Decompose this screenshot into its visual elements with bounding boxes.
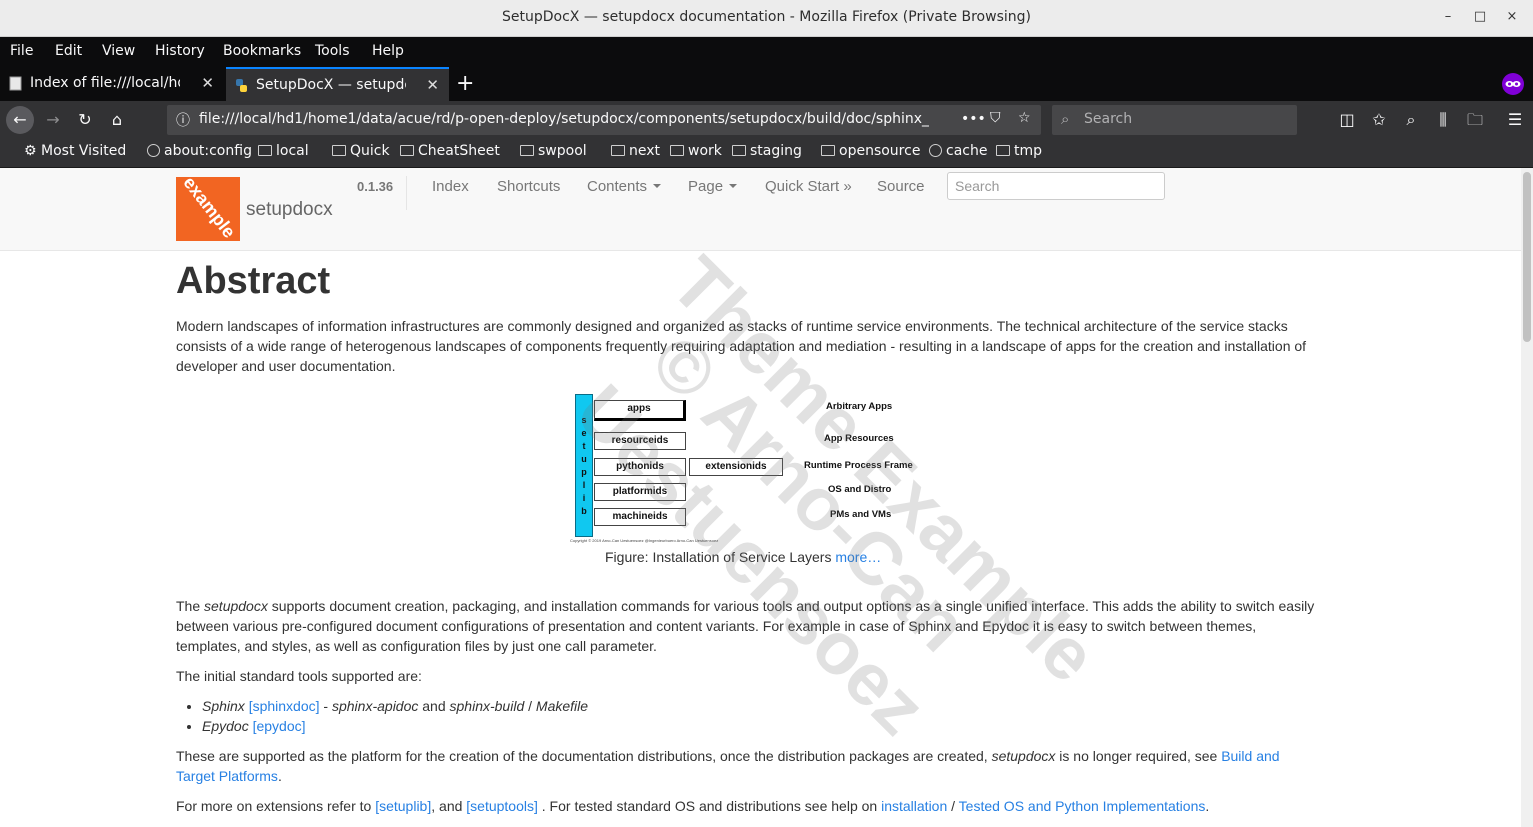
tab-title: SetupDocX — setupdocx <box>256 77 406 93</box>
bookmark-folder-work[interactable]: work <box>670 143 722 159</box>
search-icon: ⌕ <box>1061 110 1070 128</box>
site-navbar: example setupdocx 0.1.36 Index Shortcuts… <box>0 168 1521 251</box>
nav-shortcuts[interactable]: Shortcuts <box>497 178 560 195</box>
version-label: 0.1.36 <box>357 179 394 194</box>
new-tab-icon[interactable]: + <box>456 71 474 96</box>
folder-icon <box>520 145 534 156</box>
installation-link[interactable]: installation <box>881 798 947 814</box>
menu-bookmarks[interactable]: Bookmarks <box>223 43 301 59</box>
close-icon[interactable]: ✕ <box>426 76 439 94</box>
find-icon[interactable]: ⌕ <box>1398 107 1424 133</box>
menu-help[interactable]: Help <box>372 43 404 59</box>
search-placeholder: Search <box>1084 111 1133 127</box>
minimize-button[interactable]: – <box>1437 6 1459 28</box>
folder-icon <box>670 145 684 156</box>
navigation-toolbar: ← → ↻ ⌂ ⓘ file:///local/hd1/home1/data/a… <box>0 101 1533 139</box>
menu-view[interactable]: View <box>102 43 135 59</box>
globe-icon <box>929 144 942 157</box>
menu-tools[interactable]: Tools <box>315 43 350 59</box>
folder-icon <box>611 145 625 156</box>
bookmark-star-icon[interactable]: ☆ <box>1018 110 1031 126</box>
folder-icon <box>821 145 835 156</box>
epydoc-link[interactable]: [epydoc] <box>253 718 306 734</box>
page-viewport: example setupdocx 0.1.36 Index Shortcuts… <box>0 168 1521 827</box>
nav-quick-start[interactable]: Quick Start » <box>765 178 852 195</box>
sidebar-icon[interactable]: ◫ <box>1334 107 1360 133</box>
info-icon[interactable]: ⓘ <box>176 110 190 130</box>
bookmark-most-visited[interactable]: ⚙ Most Visited <box>24 143 126 159</box>
maximize-button[interactable]: □ <box>1469 6 1491 28</box>
scrollbar-thumb[interactable] <box>1523 172 1531 342</box>
page-scrollbar[interactable] <box>1521 168 1533 827</box>
url-text[interactable]: file:///local/hd1/home1/data/acue/rd/p-o… <box>199 111 929 127</box>
page-heading: Abstract <box>176 260 331 302</box>
extensions-paragraph: For more on extensions refer to [setupli… <box>176 798 1210 814</box>
bookmark-folder-swpool[interactable]: swpool <box>520 143 587 159</box>
bookmarks-toolbar: ⚙ Most Visited about:config local Quick … <box>0 139 1533 168</box>
setuptools-link[interactable]: [setuptools] <box>466 798 538 814</box>
folder-icon <box>258 145 272 156</box>
globe-icon <box>147 144 160 157</box>
nav-page[interactable]: Page <box>688 178 738 195</box>
library-icon[interactable]: ⫼ <box>1430 107 1456 133</box>
menu-file[interactable]: File <box>10 43 33 59</box>
nav-contents[interactable]: Contents <box>587 178 662 195</box>
close-window-button[interactable]: × <box>1501 6 1523 28</box>
tools-list: Sphinx [sphinxdoc] - sphinx-apidoc and s… <box>176 696 1321 736</box>
folder-icon <box>332 145 346 156</box>
hamburger-menu-icon[interactable]: ☰ <box>1502 107 1528 133</box>
forward-button[interactable]: → <box>40 107 66 133</box>
nav-source[interactable]: Source <box>877 178 925 195</box>
folder-icon <box>400 145 414 156</box>
tab-title: Index of file:///local/hd1/h <box>30 75 180 91</box>
bookmark-folder-next[interactable]: next <box>611 143 660 159</box>
back-button[interactable]: ← <box>6 106 34 134</box>
tab-setupdocx[interactable]: SetupDocX — setupdocx ✕ <box>226 67 449 101</box>
pocket-icon[interactable]: ⛉ <box>990 110 1001 126</box>
url-bar[interactable]: ⓘ file:///local/hd1/home1/data/acue/rd/p… <box>167 105 1041 135</box>
list-item: Epydoc [epydoc] <box>202 716 1321 736</box>
nav-divider <box>406 176 407 210</box>
site-brand[interactable]: setupdocx <box>246 199 333 221</box>
bookmark-folder-local[interactable]: local <box>258 143 309 159</box>
tools-intro: The initial standard tools supported are… <box>176 668 422 684</box>
bookmarks-star-icon[interactable]: ✩ <box>1366 107 1392 133</box>
bookmark-cache[interactable]: cache <box>929 143 987 159</box>
tab-index[interactable]: Index of file:///local/hd1/h ✕ <box>0 67 224 101</box>
folder-icon <box>996 145 1010 156</box>
folder-icon <box>732 145 746 156</box>
site-logo[interactable]: example <box>176 177 240 241</box>
bookmark-folder-opensource[interactable]: opensource <box>821 143 920 159</box>
python-icon <box>236 79 247 92</box>
list-item: Sphinx [sphinxdoc] - sphinx-apidoc and s… <box>202 696 1321 716</box>
close-icon[interactable]: ✕ <box>201 74 214 92</box>
page-icon <box>9 76 22 91</box>
bookmark-folder-staging[interactable]: staging <box>732 143 802 159</box>
gear-icon: ⚙ <box>24 143 42 159</box>
menu-edit[interactable]: Edit <box>55 43 82 59</box>
caret-down-icon <box>729 184 738 188</box>
sphinxdoc-link[interactable]: [sphinxdoc] <box>249 698 320 714</box>
tested-os-link[interactable]: Tested OS and Python Implementations <box>959 798 1206 814</box>
nav-index[interactable]: Index <box>432 178 469 195</box>
bookmark-folder-tmp[interactable]: tmp <box>996 143 1042 159</box>
private-browsing-icon <box>1502 73 1524 95</box>
setuplib-link[interactable]: [setuplib] <box>375 798 431 814</box>
home-button[interactable]: ⌂ <box>104 107 130 133</box>
reload-button[interactable]: ↻ <box>72 107 98 133</box>
search-bar[interactable]: ⌕ Search <box>1052 105 1297 135</box>
menu-bar: File Edit View History Bookmarks Tools H… <box>0 37 1533 67</box>
page-actions-button[interactable]: ••• <box>961 111 986 127</box>
platforms-paragraph: These are supported as the platform for … <box>176 748 1280 784</box>
site-search-input[interactable]: Search <box>947 172 1165 200</box>
window-title: SetupDocX — setupdocx documentation - Mo… <box>502 9 1031 25</box>
bookmark-folder-quick[interactable]: Quick <box>332 143 390 159</box>
bookmark-about-config[interactable]: about:config <box>147 143 252 159</box>
tab-bar: Index of file:///local/hd1/h ✕ SetupDocX… <box>0 67 1533 101</box>
menu-history[interactable]: History <box>155 43 205 59</box>
downloads-folder-icon[interactable]: 🗀 <box>1462 107 1488 133</box>
caret-down-icon <box>653 184 662 188</box>
bookmark-folder-cheatsheet[interactable]: CheatSheet <box>400 143 500 159</box>
window-titlebar: SetupDocX — setupdocx documentation - Mo… <box>0 0 1533 37</box>
